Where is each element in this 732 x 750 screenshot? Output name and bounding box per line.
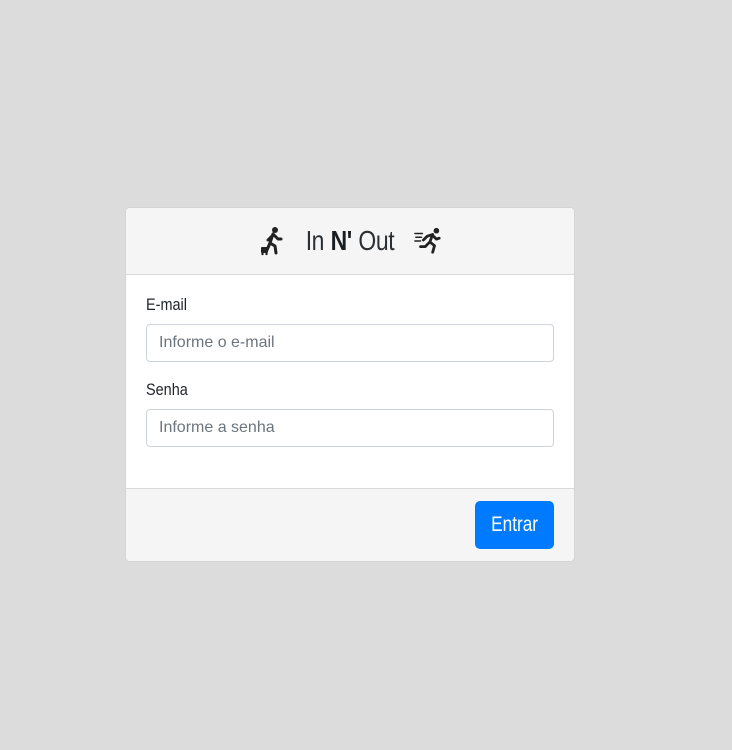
email-label: E-mail xyxy=(146,295,187,314)
login-card-footer: Entrar xyxy=(126,488,574,561)
password-label: Senha xyxy=(146,380,188,399)
brand-prefix: In xyxy=(305,225,325,256)
password-field[interactable] xyxy=(146,409,554,447)
brand-middle: N' xyxy=(330,225,353,256)
person-running-icon xyxy=(414,227,441,254)
login-card-header: In N' Out xyxy=(126,208,574,275)
person-walking-luggage-icon xyxy=(261,227,283,256)
brand-title: In N' Out xyxy=(305,225,395,257)
login-page: In N' Out E-mail Senha Entrar xyxy=(0,0,732,750)
email-field[interactable] xyxy=(146,324,554,362)
submit-button[interactable]: Entrar xyxy=(475,501,554,549)
login-form: E-mail Senha xyxy=(126,275,574,488)
brand-suffix: Out xyxy=(358,225,395,256)
submit-button-label: Entrar xyxy=(491,513,538,536)
login-card: In N' Out E-mail Senha Entrar xyxy=(126,208,574,561)
